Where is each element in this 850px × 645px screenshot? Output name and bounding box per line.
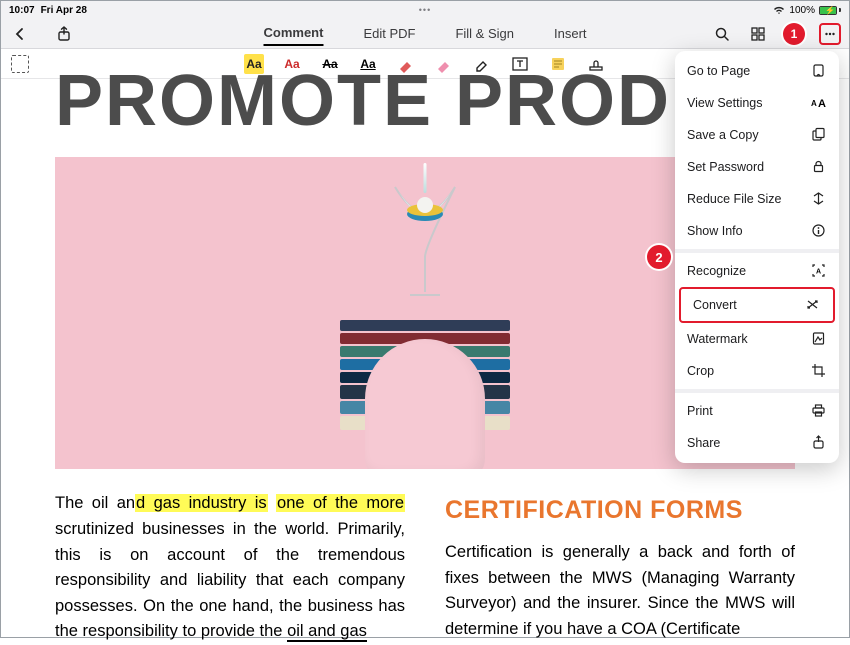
section-heading: CERTIFICATION FORMS	[445, 491, 795, 530]
wifi-icon	[773, 5, 785, 15]
battery-percent: 100%	[789, 5, 815, 16]
menu-convert[interactable]: Convert	[679, 287, 835, 323]
recognize-icon: A	[811, 263, 827, 279]
body-column-right: CERTIFICATION FORMS Certification is gen…	[445, 491, 795, 644]
back-button[interactable]	[9, 23, 31, 45]
watermark-icon	[811, 331, 827, 347]
more-menu: Go to Page View SettingsAA Save a Copy S…	[675, 51, 839, 463]
selection-tool-icon[interactable]	[11, 55, 29, 73]
svg-text:A: A	[818, 98, 826, 110]
menu-share[interactable]: Share	[675, 427, 839, 459]
menu-watermark[interactable]: Watermark	[675, 323, 839, 355]
reduce-size-icon	[811, 191, 827, 207]
underline-span: oil and gas	[287, 622, 367, 642]
save-copy-icon	[811, 127, 827, 143]
menu-view-settings[interactable]: View SettingsAA	[675, 87, 839, 119]
view-settings-icon: AA	[811, 95, 827, 111]
tab-insert[interactable]: Insert	[554, 22, 587, 45]
thumbnails-icon[interactable]	[747, 23, 769, 45]
goto-icon	[811, 63, 827, 79]
share-action-icon[interactable]	[53, 23, 75, 45]
search-icon[interactable]	[711, 23, 733, 45]
convert-icon	[805, 297, 821, 313]
menu-goto-page[interactable]: Go to Page	[675, 55, 839, 87]
status-bar: 10:07 Fri Apr 28 ••• 100% ⚡	[1, 1, 849, 19]
tab-edit-pdf[interactable]: Edit PDF	[363, 22, 415, 45]
step-badge-2: 2	[647, 245, 671, 269]
menu-reduce-size[interactable]: Reduce File Size	[675, 183, 839, 215]
notch-indicator: •••	[419, 5, 431, 15]
print-icon	[811, 403, 827, 419]
menu-recognize[interactable]: RecognizeA	[675, 255, 839, 287]
lock-icon	[811, 159, 827, 175]
battery-icon: ⚡	[819, 6, 841, 15]
highlight-span: one of the more	[276, 494, 405, 512]
info-icon	[811, 223, 827, 239]
svg-text:A: A	[816, 269, 821, 276]
svg-text:A: A	[811, 99, 817, 108]
menu-set-password[interactable]: Set Password	[675, 151, 839, 183]
tab-fill-sign[interactable]: Fill & Sign	[455, 22, 514, 45]
share-icon	[811, 435, 827, 451]
more-menu-button[interactable]	[819, 23, 841, 45]
crop-icon	[811, 363, 827, 379]
highlight-span: d gas industry is	[135, 494, 268, 512]
main-toolbar: Comment Edit PDF Fill & Sign Insert 1	[1, 19, 849, 49]
menu-print[interactable]: Print	[675, 395, 839, 427]
tab-comment[interactable]: Comment	[263, 21, 323, 46]
status-time: 10:07	[9, 5, 35, 16]
menu-show-info[interactable]: Show Info	[675, 215, 839, 247]
step-badge-1: 1	[783, 23, 805, 45]
menu-save-copy[interactable]: Save a Copy	[675, 119, 839, 151]
menu-crop[interactable]: Crop	[675, 355, 839, 387]
status-date: Fri Apr 28	[41, 5, 87, 16]
body-column-left: The oil and gas industry is one of the m…	[55, 491, 405, 644]
